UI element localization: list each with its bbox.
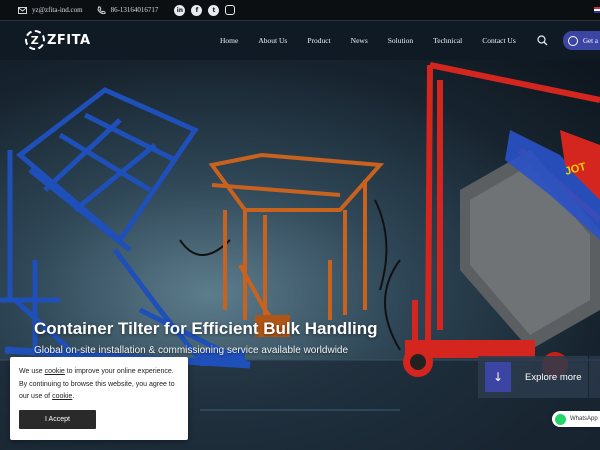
logo[interactable]: Z ZFITA: [25, 30, 91, 50]
search-icon[interactable]: [537, 35, 548, 46]
nav-item-product[interactable]: Product: [307, 36, 330, 45]
email-text: yz@zfita-ind.com: [32, 6, 83, 14]
whatsapp-icon: [555, 413, 566, 425]
orange-tilter-image: [208, 152, 385, 332]
phone-link[interactable]: 86-13164016717: [97, 6, 159, 15]
logo-gear-icon: Z: [25, 30, 45, 50]
nav-item-technical[interactable]: Technical: [433, 36, 462, 45]
cookie-link[interactable]: cookie: [45, 368, 65, 375]
arrow-down-icon: ↓: [485, 362, 511, 392]
twitter-icon[interactable]: t: [208, 4, 220, 16]
top-bar: yz@zfita-ind.com 86-13164016717 in f t: [0, 0, 600, 21]
nav-menu: Home About Us Product News Solution Tech…: [220, 36, 536, 45]
facebook-icon[interactable]: f: [191, 4, 203, 16]
explore-more-label: Explore more: [525, 371, 582, 383]
nav-item-contact-us[interactable]: Contact Us: [482, 36, 516, 45]
email-link[interactable]: yz@zfita-ind.com: [18, 6, 83, 14]
linkedin-icon[interactable]: in: [174, 4, 186, 16]
phone-icon: [97, 6, 106, 14]
instagram-icon[interactable]: [225, 4, 236, 15]
main-nav: Z ZFITA Home About Us Product News Solut…: [0, 22, 600, 60]
whatsapp-button[interactable]: WhatsApp: [552, 411, 600, 427]
hero-subtitle: Global on-site installation & commission…: [34, 345, 349, 356]
get-quote-label: Get a: [583, 36, 598, 45]
language-flag-icon[interactable]: [594, 7, 600, 13]
social-links: in f t: [174, 4, 236, 16]
cookie-banner: We use cookie to improve your online exp…: [10, 357, 188, 440]
explore-more-button[interactable]: ↓ Explore more: [478, 356, 588, 398]
explore-edge-panel: [589, 356, 600, 398]
cookie-policy-link[interactable]: cookie: [52, 393, 72, 400]
hero-title: Container Tilter for Efficient Bulk Hand…: [34, 319, 378, 338]
nav-item-solution[interactable]: Solution: [388, 36, 413, 45]
accept-cookies-button[interactable]: I Accept: [19, 410, 96, 429]
cookie-text: We use cookie to improve your online exp…: [19, 368, 175, 400]
get-quote-button[interactable]: Get a: [563, 31, 600, 50]
nav-item-news[interactable]: News: [351, 36, 368, 45]
nav-item-about-us[interactable]: About Us: [258, 36, 287, 45]
whatsapp-label: WhatsApp: [570, 416, 598, 422]
mail-icon: [18, 6, 27, 14]
phone-text: 86-13164016717: [110, 6, 159, 14]
nav-item-home[interactable]: Home: [220, 36, 238, 45]
quote-icon: [568, 35, 578, 46]
logo-text: ZFITA: [47, 32, 91, 48]
